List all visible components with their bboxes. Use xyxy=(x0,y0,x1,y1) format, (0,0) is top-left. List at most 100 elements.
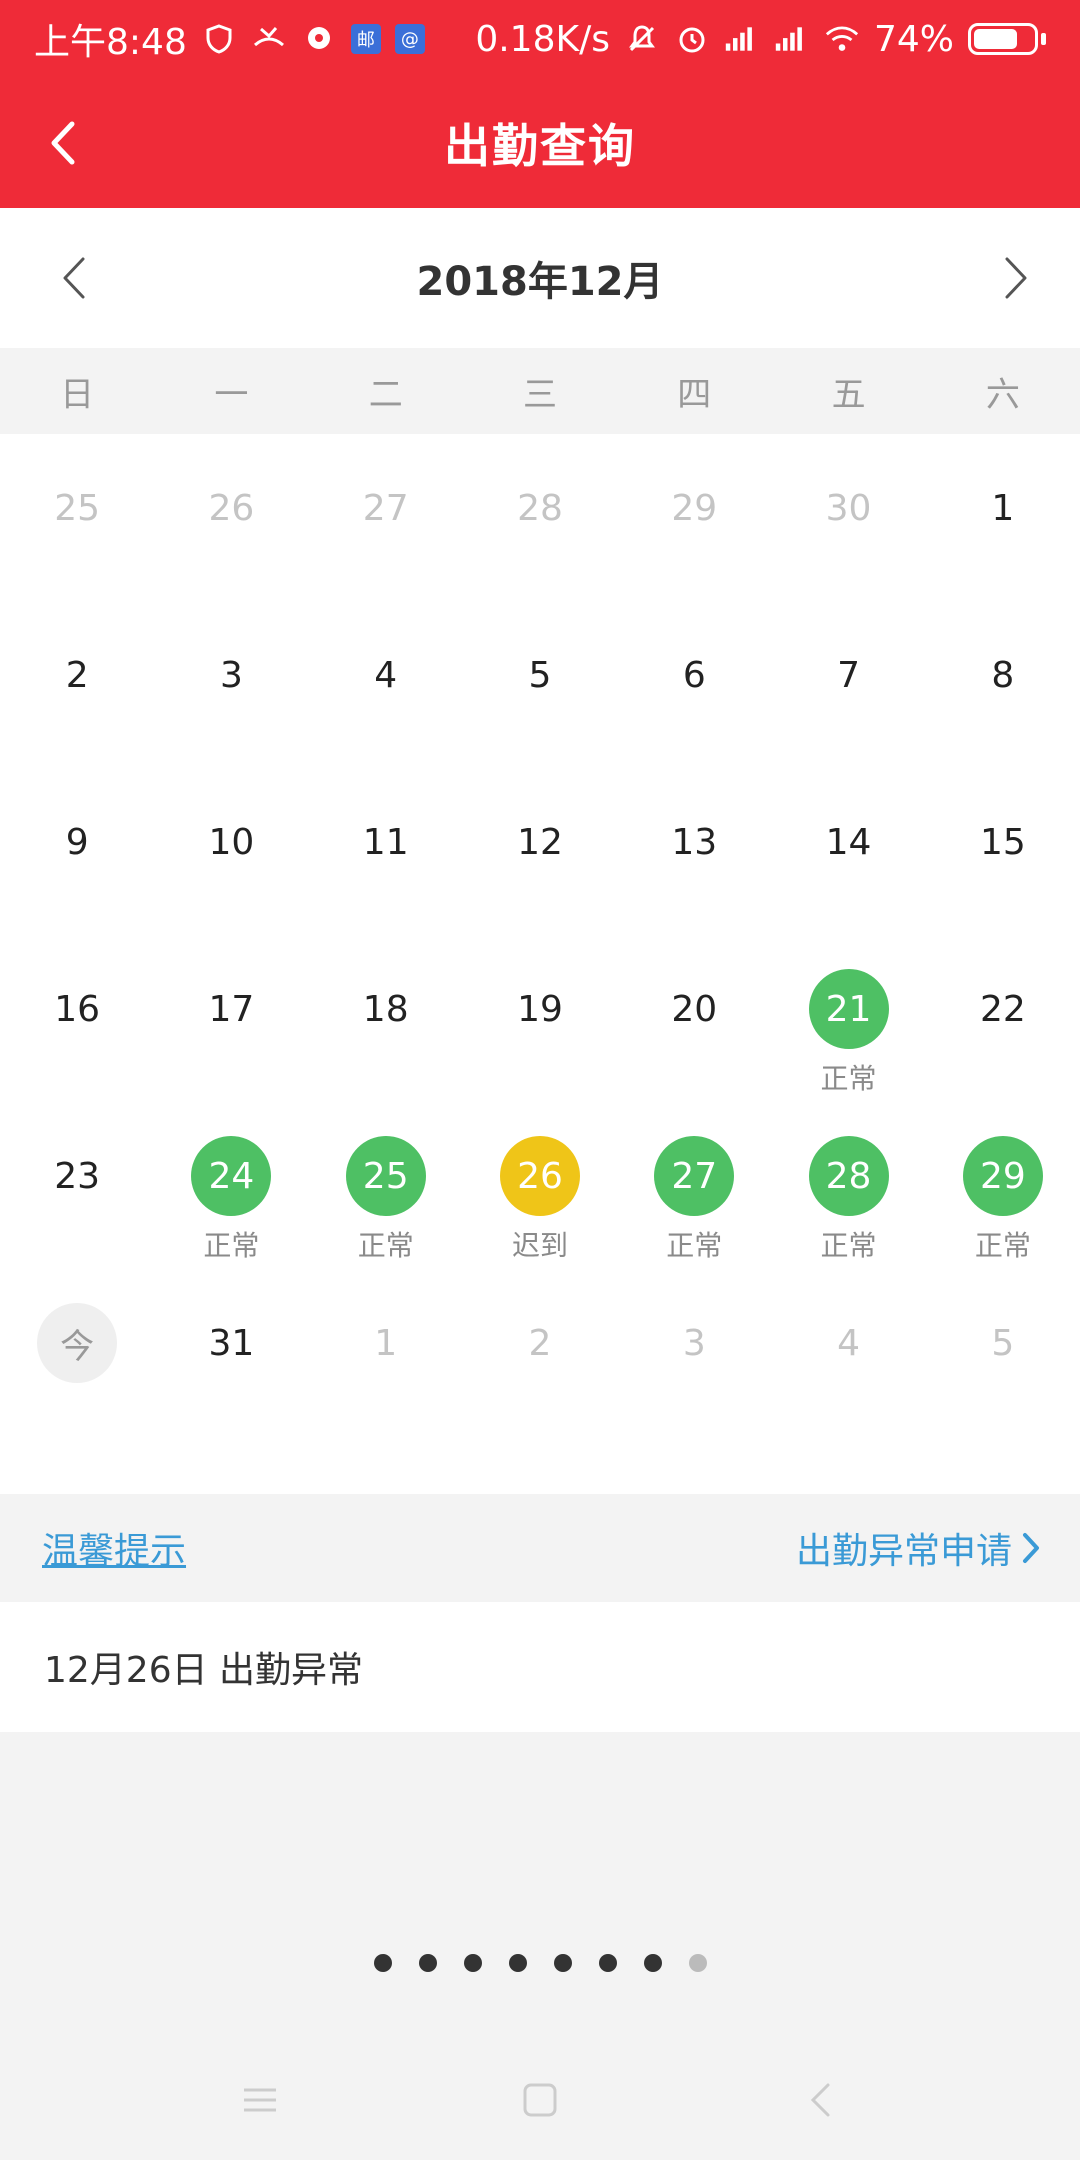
day-number: 8 xyxy=(991,654,1015,696)
day-cell[interactable]: 7 xyxy=(771,635,925,802)
status-time: 上午8:48 xyxy=(34,22,187,63)
day-number: 27 xyxy=(654,1136,735,1216)
day-cell[interactable]: 18 xyxy=(309,969,463,1136)
day-cell[interactable]: 10 xyxy=(154,802,308,969)
day-cell[interactable]: 24 正常 xyxy=(154,1136,308,1303)
calendar-week-row: 23 24 正常 25 正常 26 迟到 27 正常 28 正常 29 正常 xyxy=(0,1136,1080,1303)
system-back-button[interactable] xyxy=(780,2070,860,2130)
day-cell[interactable]: 13 xyxy=(617,802,771,969)
day-cell[interactable]: 20 xyxy=(617,969,771,1136)
day-cell[interactable]: 25 正常 xyxy=(309,1136,463,1303)
day-cell[interactable]: 30 xyxy=(771,468,925,635)
day-cell[interactable]: 4 xyxy=(771,1303,925,1470)
day-cell[interactable]: 6 xyxy=(617,635,771,802)
day-cell[interactable]: 29 正常 xyxy=(926,1136,1080,1303)
attendance-status-label: 正常 xyxy=(666,1229,723,1262)
day-number: 28 xyxy=(808,1136,889,1216)
attendance-status-label: 正常 xyxy=(820,1062,877,1095)
calendar-week-row: 今 31 1 2 3 4 5 xyxy=(0,1303,1080,1470)
exception-notice[interactable]: 12月26日 出勤异常 xyxy=(0,1602,1080,1732)
prev-month-button[interactable] xyxy=(34,243,114,313)
day-number: 5 xyxy=(528,654,552,696)
day-cell[interactable]: 26 迟到 xyxy=(463,1136,617,1303)
tips-link[interactable]: 温馨提示 xyxy=(42,1522,186,1574)
day-cell[interactable]: 28 xyxy=(463,468,617,635)
attendance-status-label: 正常 xyxy=(203,1229,260,1262)
day-cell[interactable]: 26 xyxy=(154,468,308,635)
day-cell[interactable]: 17 xyxy=(154,969,308,1136)
day-cell[interactable]: 25 xyxy=(0,468,154,635)
weekday-label: 六 xyxy=(985,374,1020,415)
battery-icon xyxy=(968,23,1046,55)
today-cell[interactable]: 今 xyxy=(0,1303,154,1470)
day-cell[interactable]: 14 xyxy=(771,802,925,969)
page-dot xyxy=(373,1954,392,1972)
day-cell[interactable]: 22 xyxy=(926,969,1080,1136)
home-button[interactable] xyxy=(500,2070,580,2130)
day-cell[interactable]: 2 xyxy=(463,1303,617,1470)
day-cell[interactable]: 3 xyxy=(617,1303,771,1470)
weekday-label: 五 xyxy=(831,374,866,415)
weekday-label: 二 xyxy=(368,374,403,415)
day-number: 29 xyxy=(962,1136,1043,1216)
weekday-header: 日一二三四五六 xyxy=(0,348,1080,434)
day-number: 29 xyxy=(671,487,718,529)
day-cell[interactable]: 29 xyxy=(617,468,771,635)
day-cell[interactable]: 31 xyxy=(154,1303,308,1470)
tips-bar: 温馨提示 出勤异常申请 xyxy=(0,1494,1080,1602)
page-dot xyxy=(508,1954,527,1972)
calendar-grid: 25 26 27 28 29 30 1 2 3 4 5 6 7 8 9 10 11 12 13 14 15 16 17 18 1… xyxy=(0,434,1080,1494)
day-number: 7 xyxy=(837,654,861,696)
day-number: 1 xyxy=(374,1322,398,1364)
menu-button[interactable] xyxy=(220,2070,300,2130)
notice-text: 12月26日 出勤异常 xyxy=(44,1650,364,1691)
day-cell[interactable]: 5 xyxy=(463,635,617,802)
attendance-status-label: 正常 xyxy=(974,1229,1031,1262)
shield-icon xyxy=(201,21,237,57)
day-number: 19 xyxy=(517,988,563,1030)
next-month-button[interactable] xyxy=(976,243,1056,313)
day-cell[interactable]: 1 xyxy=(309,1303,463,1470)
day-number: 25 xyxy=(345,1136,426,1216)
chevron-left-icon xyxy=(63,257,85,299)
day-cell[interactable]: 5 xyxy=(926,1303,1080,1470)
day-number: 17 xyxy=(208,988,255,1030)
day-cell[interactable]: 21 正常 xyxy=(771,969,925,1136)
page-indicator xyxy=(0,1954,1080,1978)
day-number: 3 xyxy=(682,1322,706,1364)
apply-link-label: 出勤异常申请 xyxy=(795,1531,1012,1572)
page-dot xyxy=(418,1954,437,1972)
chat-icon xyxy=(301,21,337,57)
day-number: 31 xyxy=(208,1322,255,1364)
day-cell[interactable]: 28 正常 xyxy=(771,1136,925,1303)
day-cell[interactable]: 27 xyxy=(309,468,463,635)
day-cell[interactable]: 4 xyxy=(309,635,463,802)
day-number: 6 xyxy=(682,654,706,696)
day-cell[interactable]: 23 xyxy=(0,1136,154,1303)
page-dot xyxy=(598,1954,617,1972)
attendance-exception-apply-link[interactable]: 出勤异常申请 xyxy=(796,1522,1040,1574)
day-number: 4 xyxy=(374,654,398,696)
home-icon xyxy=(523,2083,557,2117)
calendar-week-row: 2 3 4 5 6 7 8 xyxy=(0,635,1080,802)
day-cell[interactable]: 9 xyxy=(0,802,154,969)
day-cell[interactable]: 3 xyxy=(154,635,308,802)
attendance-status-label: 正常 xyxy=(820,1229,877,1262)
chevron-right-icon xyxy=(1023,1533,1039,1563)
day-cell[interactable]: 2 xyxy=(0,635,154,802)
day-number: 25 xyxy=(54,487,101,529)
day-cell[interactable]: 1 xyxy=(926,468,1080,635)
page-dot xyxy=(463,1954,482,1972)
back-button[interactable] xyxy=(28,108,98,178)
day-cell[interactable]: 15 xyxy=(926,802,1080,969)
day-cell[interactable]: 27 正常 xyxy=(617,1136,771,1303)
day-cell[interactable]: 11 xyxy=(309,802,463,969)
page-dot xyxy=(643,1954,662,1972)
day-cell[interactable]: 12 xyxy=(463,802,617,969)
day-cell[interactable]: 16 xyxy=(0,969,154,1136)
day-number: 1 xyxy=(991,487,1015,529)
day-number: 15 xyxy=(979,821,1026,863)
day-number: 16 xyxy=(54,988,101,1030)
day-cell[interactable]: 19 xyxy=(463,969,617,1136)
day-cell[interactable]: 8 xyxy=(926,635,1080,802)
